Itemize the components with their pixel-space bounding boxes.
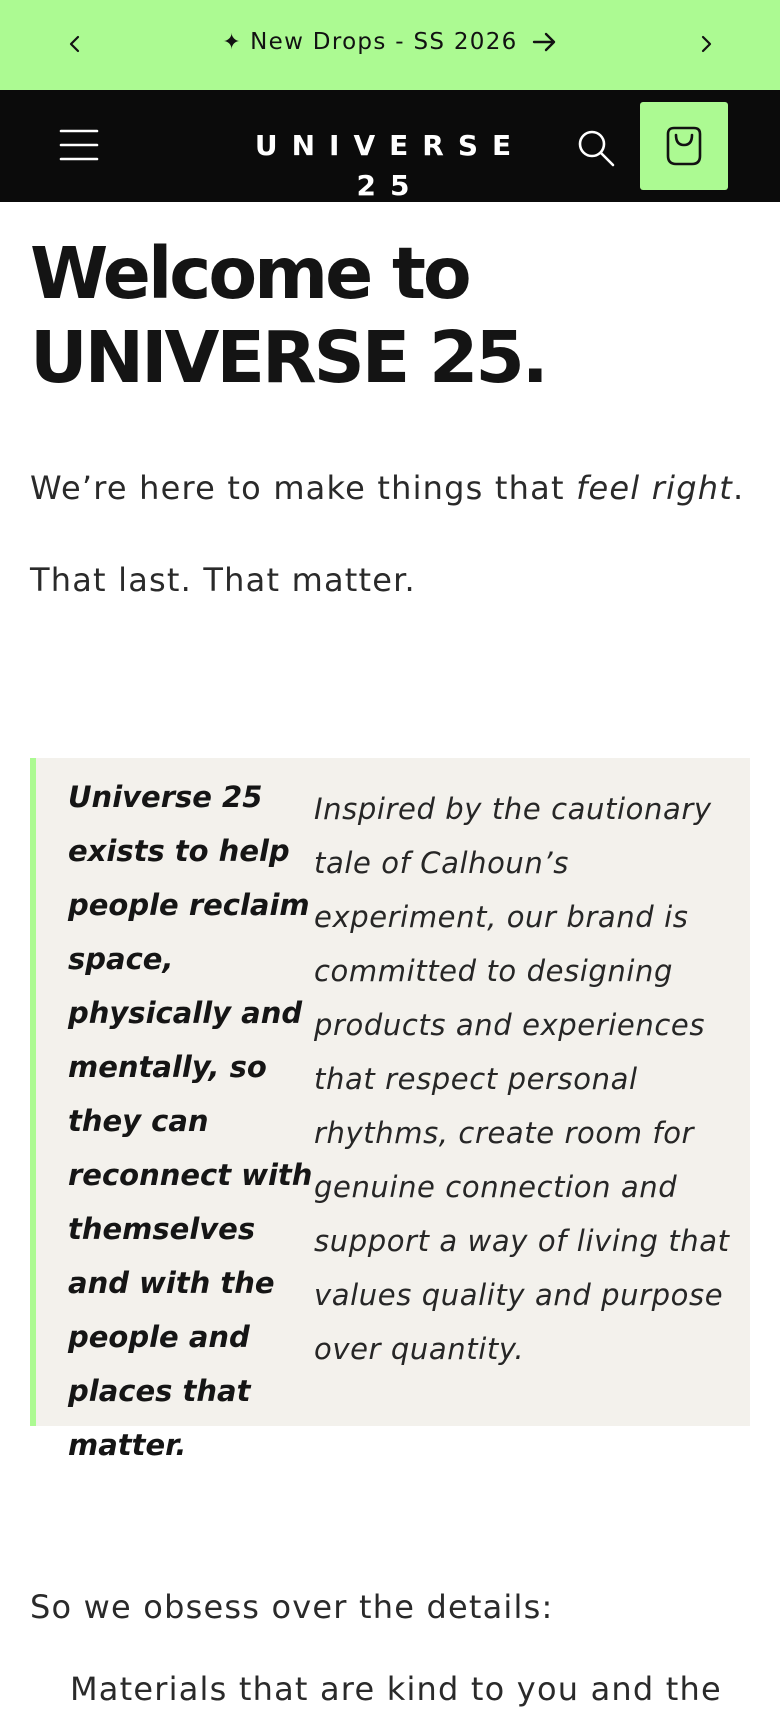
- intro-line-1-end: .: [732, 469, 745, 507]
- intro-line-1-text: We’re here to make things that: [30, 469, 577, 507]
- search-icon: [578, 130, 615, 167]
- page-title-line1: Welcome to: [30, 232, 472, 315]
- hamburger-menu-icon: [59, 129, 99, 161]
- shopping-bag-icon: [666, 126, 702, 166]
- mission-quote-box: Universe 25 exists to help people reclai…: [30, 758, 750, 1462]
- cart-button[interactable]: [640, 102, 728, 190]
- arrow-right-icon: [532, 31, 558, 53]
- menu-button[interactable]: [56, 122, 102, 168]
- mission-inspiration: Inspired by the cautionary tale of Calho…: [314, 792, 730, 1366]
- announcement-bar: ✦ New Drops - SS 2026: [0, 0, 780, 90]
- sparkle-icon: ✦: [222, 29, 243, 55]
- site-logo[interactable]: UNIVERSE 25: [230, 126, 550, 202]
- intro-line-1-emphasis: feel right: [576, 469, 733, 507]
- chevron-right-icon: [701, 35, 712, 53]
- announcement-next-button[interactable]: [686, 22, 726, 66]
- details-heading: So we obsess over the details:: [30, 1588, 554, 1626]
- announcement-text: New Drops - SS 2026: [250, 29, 518, 55]
- intro-line-1: We’re here to make things that feel righ…: [30, 466, 750, 510]
- page-title: Welcome to UNIVERSE 25.: [30, 232, 750, 400]
- details-list-item: Materials that are kind to you and the: [70, 1670, 722, 1708]
- announcement-prev-button[interactable]: [55, 22, 95, 66]
- intro-line-2: That last. That matter.: [30, 561, 416, 599]
- search-button[interactable]: [570, 122, 622, 174]
- site-header: UNIVERSE 25: [0, 90, 780, 202]
- mission-statement: Universe 25 exists to help people reclai…: [68, 780, 313, 1462]
- chevron-left-icon: [69, 35, 80, 53]
- announcement-link[interactable]: ✦ New Drops - SS 2026: [120, 24, 660, 60]
- page-title-line2: UNIVERSE 25.: [30, 316, 549, 399]
